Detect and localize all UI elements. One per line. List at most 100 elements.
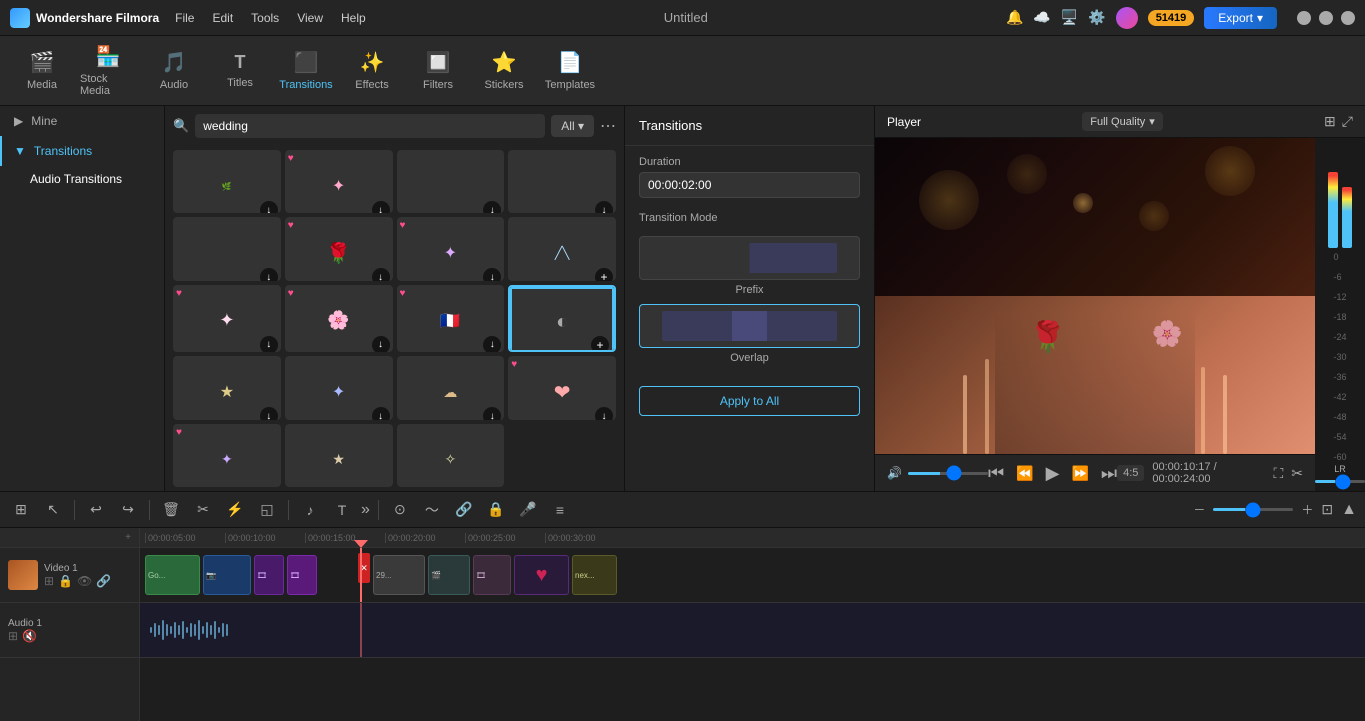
mode-prefix[interactable]: Prefix (639, 236, 860, 296)
download-icon[interactable]: ↓ (483, 201, 501, 213)
download-icon[interactable]: ↓ (372, 201, 390, 213)
play-button[interactable]: ▶ (1046, 463, 1060, 484)
video-clip-7[interactable]: 🎞 (473, 555, 511, 595)
minimize-button[interactable]: — (1297, 11, 1311, 25)
more-tool2[interactable]: ≡ (547, 497, 573, 523)
audio-track-add-icon[interactable]: ⊞ (8, 629, 18, 643)
frame-back-button[interactable]: ⏪ (1016, 465, 1033, 482)
tool-stickers[interactable]: ⭐ Stickers (472, 39, 536, 103)
frame-forward-button[interactable]: ⏩ (1071, 465, 1088, 482)
cloud-icon[interactable]: ☁️ (1033, 9, 1050, 26)
grid-item-9[interactable]: ♥ ✦ ↓ Glitter Wedding ... (173, 285, 281, 352)
grid-item-12[interactable]: ◐ + Elegant Optical ... (508, 285, 616, 352)
menu-edit[interactable]: Edit (212, 11, 233, 25)
magnet-tool[interactable]: ⊙ (387, 497, 413, 523)
grid-item-14[interactable]: ✦ ↓ Glitter Wedding ... (285, 356, 393, 419)
menu-help[interactable]: Help (341, 11, 366, 25)
search-input[interactable] (195, 114, 545, 138)
zoom-out-icon[interactable]: － (1193, 501, 1205, 518)
mode-prefix-thumb[interactable] (639, 236, 860, 280)
download-icon[interactable]: ↓ (595, 407, 613, 419)
sidebar-item-mine[interactable]: ▶ Mine (0, 106, 164, 136)
grid-item-5[interactable]: ↓ Romantic Transi... (173, 217, 281, 280)
download-icon[interactable]: ↓ (483, 336, 501, 352)
download-icon[interactable]: ↓ (372, 336, 390, 352)
video-clip-1[interactable]: Go... (145, 555, 200, 595)
grid-item-15[interactable]: ☁ ↓ Fancy Atmosph... (397, 356, 505, 419)
grid-item-2[interactable]: ♥ ✦ ↓ Luxury Particle f... (285, 150, 393, 213)
download-icon[interactable]: ↓ (260, 201, 278, 213)
fit-view-icon[interactable]: ⊡ (1321, 501, 1333, 518)
close-button[interactable]: ✕ (1341, 11, 1355, 25)
link-tool[interactable]: 🔗 (451, 497, 477, 523)
video-clip-heart[interactable]: ♥ (514, 555, 569, 595)
download-icon[interactable]: ↓ (372, 407, 390, 419)
skip-forward-button[interactable]: ⏭ (1101, 463, 1117, 484)
add-icon[interactable]: + (595, 268, 613, 280)
add-icon[interactable]: + (591, 336, 609, 352)
more-options-button[interactable]: ⋯ (600, 116, 616, 136)
video-track-eye-icon[interactable]: 👁 (77, 574, 92, 588)
sidebar-item-transitions[interactable]: ▼ Transitions (0, 136, 164, 166)
tool-templates[interactable]: 📄 Templates (538, 39, 602, 103)
video-clip-5[interactable]: 29... (373, 555, 425, 595)
download-icon[interactable]: ↓ (483, 407, 501, 419)
coin-balance[interactable]: 51419 (1148, 10, 1195, 26)
grid-item-13[interactable]: ★ ↓ Elegant Luxury ... (173, 356, 281, 419)
more-tools-button[interactable]: » (361, 501, 370, 519)
duration-input[interactable] (639, 172, 860, 198)
volume-slider[interactable] (908, 472, 988, 475)
download-icon[interactable]: ↓ (260, 407, 278, 419)
tool-titles[interactable]: T Titles (208, 39, 272, 103)
grid-item-6[interactable]: ♥ 🌹 ↓ Romantic Love ... (285, 217, 393, 280)
grid-item-19[interactable]: ✧ ... (397, 424, 505, 487)
maximize-button[interactable]: □ (1319, 11, 1333, 25)
crop-tool[interactable]: ◱ (254, 497, 280, 523)
grid-item-8[interactable]: ╱╲ + Light Leaks Tran... (508, 217, 616, 280)
mode-overlap[interactable]: Overlap (639, 304, 860, 364)
audio-track-mute-icon[interactable]: 🔇 (22, 629, 37, 643)
audio-tool[interactable]: ♪ (297, 497, 323, 523)
video-track-add-icon[interactable]: ⊞ (44, 574, 54, 588)
export-button[interactable]: Export ▾ (1204, 7, 1277, 29)
redo-button[interactable]: ↪ (115, 497, 141, 523)
chevron-up-icon[interactable]: ▲ (1341, 501, 1357, 519)
grid-item-4[interactable]: ↓ Sparkle Motion ... (508, 150, 616, 213)
timeline-cursor-icon[interactable]: ↖ (40, 497, 66, 523)
grid-item-10[interactable]: ♥ 🌸 ↓ Wedding Floral ... (285, 285, 393, 352)
lock-tool[interactable]: 🔒 (483, 497, 509, 523)
tool-effects[interactable]: ✨ Effects (340, 39, 404, 103)
settings-icon[interactable]: ⚙️ (1088, 9, 1105, 26)
delete-button[interactable]: 🗑 (158, 497, 184, 523)
download-icon[interactable]: ↓ (260, 268, 278, 280)
download-icon[interactable]: ↓ (595, 201, 613, 213)
grid-item-1[interactable]: 🌿 ↓ Wedding Ivy Tra... (173, 150, 281, 213)
menu-view[interactable]: View (297, 11, 323, 25)
zoom-slider[interactable] (1213, 508, 1293, 511)
menu-tools[interactable]: Tools (251, 11, 279, 25)
sidebar-item-audio-transitions[interactable]: Audio Transitions (0, 166, 164, 192)
download-icon[interactable]: ↓ (372, 268, 390, 280)
video-clip-6[interactable]: 🎬 (428, 555, 470, 595)
crop-button[interactable]: ✂ (1291, 465, 1303, 482)
mode-overlap-thumb[interactable] (639, 304, 860, 348)
zoom-in-icon[interactable]: ＋ (1301, 501, 1313, 518)
mic-tool[interactable]: 🎤 (515, 497, 541, 523)
tool-filters[interactable]: 🔲 Filters (406, 39, 470, 103)
tool-audio[interactable]: 🎵 Audio (142, 39, 206, 103)
filter-dropdown[interactable]: All ▾ (551, 115, 594, 137)
tool-stock-media[interactable]: 🏪 Stock Media (76, 39, 140, 103)
apply-to-all-button[interactable]: Apply to All (639, 386, 860, 416)
text-tool[interactable]: T (329, 497, 355, 523)
monitor-icon[interactable]: 🖥️ (1061, 9, 1078, 26)
skip-back-button[interactable]: ⏮ (988, 463, 1004, 484)
video-clip-2[interactable]: 📷 (203, 555, 251, 595)
grid-item-11[interactable]: ♥ 🇫🇷 ↓ Purple French ... (397, 285, 505, 352)
fullscreen-icon[interactable]: ⤢ (1342, 113, 1353, 130)
fullscreen-button[interactable]: ⛶ (1273, 465, 1283, 482)
ripple-tool[interactable]: 〜 (419, 497, 445, 523)
volume-icon[interactable]: 🔊 (887, 466, 902, 480)
avatar[interactable] (1116, 7, 1138, 29)
tool-media[interactable]: 🎬 Media (10, 39, 74, 103)
video-clip-last[interactable]: nex... (572, 555, 617, 595)
